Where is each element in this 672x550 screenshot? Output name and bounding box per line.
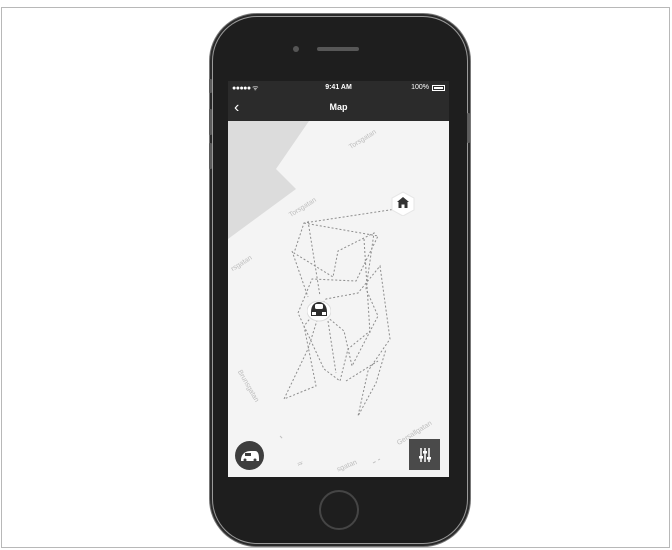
home-icon xyxy=(391,191,415,216)
mower-icon xyxy=(240,450,259,461)
mower-icon xyxy=(306,300,332,322)
battery-icon xyxy=(432,85,445,91)
sliders-icon xyxy=(418,447,431,462)
front-camera xyxy=(293,46,299,52)
earpiece-speaker xyxy=(317,47,359,51)
battery-percent: 100% xyxy=(411,84,429,91)
mower-marker[interactable] xyxy=(306,298,332,322)
map-dash-marks xyxy=(279,435,381,464)
volume-down-button xyxy=(209,143,212,169)
mowing-path xyxy=(282,208,397,417)
volume-up-button xyxy=(209,109,212,135)
phone-device: ●●●●● ᯤ 9:41 AM 100% ‹ Map Torsgatan Tor… xyxy=(209,17,470,543)
mower-locate-button[interactable] xyxy=(235,441,264,470)
page-title: Map xyxy=(329,102,348,112)
mute-switch xyxy=(209,79,212,93)
power-button xyxy=(467,113,470,143)
nav-bar: ‹ Map xyxy=(228,97,449,121)
map-canvas xyxy=(228,121,397,464)
app-screen: ●●●●● ᯤ 9:41 AM 100% ‹ Map Torsgatan Tor… xyxy=(228,81,449,477)
map-area-polygon xyxy=(228,121,309,239)
map-settings-button[interactable] xyxy=(409,439,440,470)
map-view[interactable]: Torsgatan Torsgatan rsgatan Brunsgatan G… xyxy=(228,121,449,477)
status-bar: ●●●●● ᯤ 9:41 AM 100% xyxy=(228,81,449,97)
home-button[interactable] xyxy=(319,490,359,530)
